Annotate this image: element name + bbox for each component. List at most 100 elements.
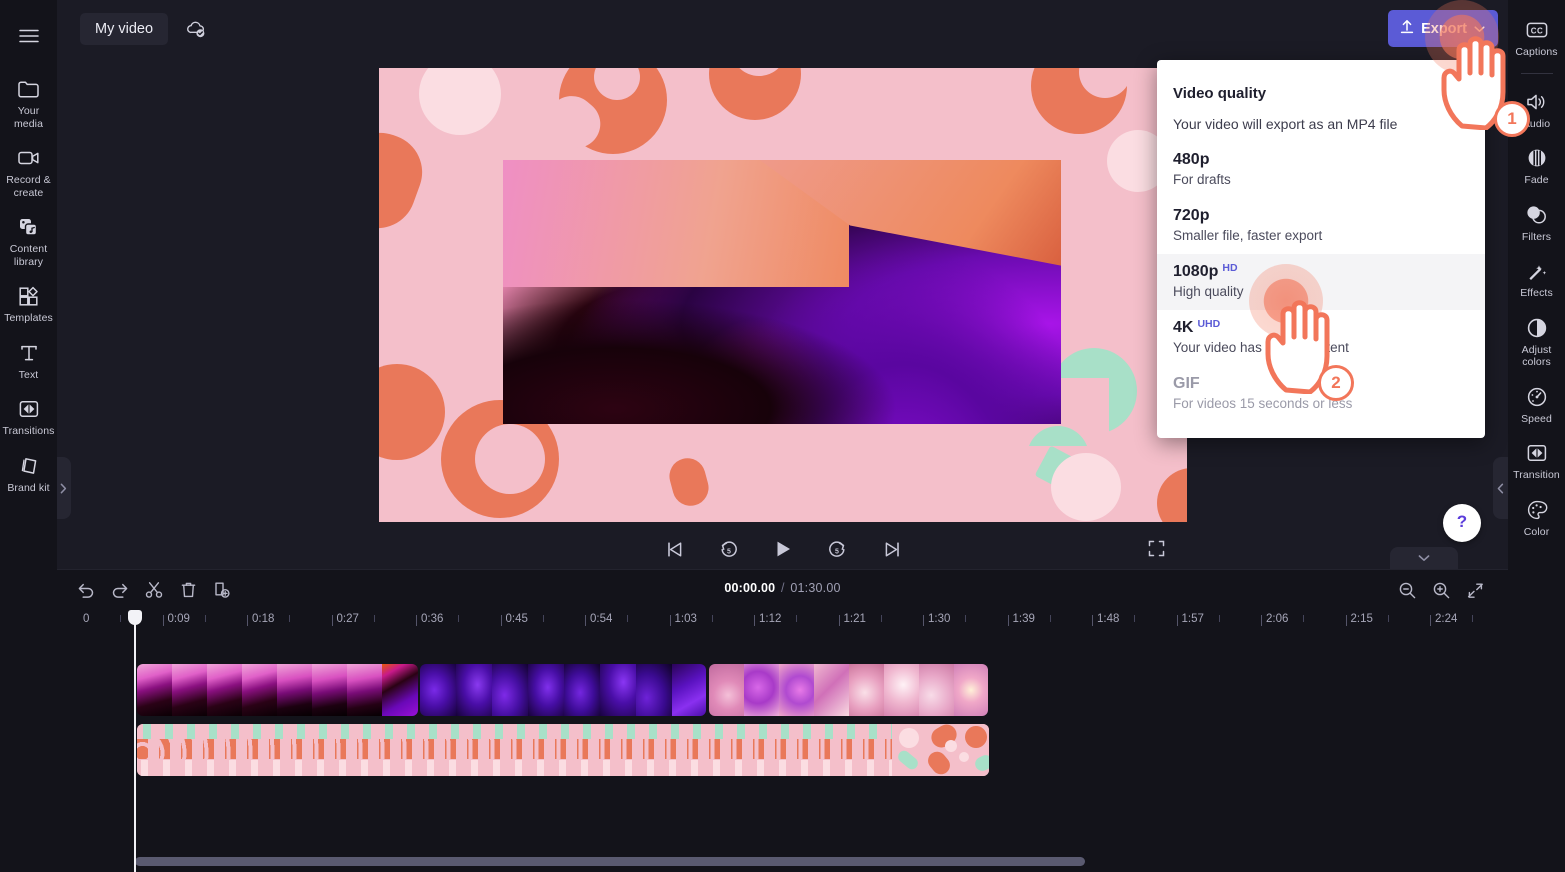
chevron-down-icon bbox=[1474, 21, 1485, 37]
table-row[interactable] bbox=[137, 664, 418, 716]
sidebar-item-label: Templates bbox=[4, 312, 53, 324]
export-button[interactable]: Export bbox=[1388, 10, 1498, 47]
sidebar-item-label: Transitions bbox=[2, 425, 55, 437]
sidebar-divider bbox=[1520, 72, 1553, 74]
fit-to-screen-icon[interactable] bbox=[1460, 576, 1490, 604]
ruler-minor-tick bbox=[965, 615, 967, 622]
ruler-tick-label: 1:21 bbox=[843, 613, 866, 625]
decorative-shape bbox=[1157, 468, 1187, 522]
ruler-tick-label: 1:30 bbox=[928, 613, 951, 625]
svg-text:5: 5 bbox=[835, 548, 839, 555]
timeline-tracks bbox=[57, 638, 1508, 850]
speaker-volume-icon bbox=[1525, 89, 1548, 115]
project-name-field[interactable]: My video bbox=[80, 12, 169, 45]
help-button[interactable]: ? bbox=[1443, 504, 1481, 542]
speedometer-icon bbox=[1526, 384, 1548, 410]
timeline-scrollbar-thumb[interactable] bbox=[135, 857, 1085, 866]
ruler-minor-tick bbox=[1134, 615, 1136, 622]
ruler-minor-tick bbox=[1387, 615, 1389, 622]
timeline-zoom-controls bbox=[1392, 576, 1494, 604]
sidebar-item-label: Speed bbox=[1521, 412, 1552, 425]
sidebar-item-speed[interactable]: Speed bbox=[1508, 377, 1565, 432]
decorative-shape bbox=[379, 122, 433, 239]
ruler-minor-tick bbox=[289, 615, 291, 622]
timeline-ruler[interactable]: 0 0:09 0:18 0:27 0:36 0:45 0:54 1:03 1:12 1:21 1:3… bbox=[57, 610, 1508, 638]
content-library-icon bbox=[18, 214, 40, 240]
sidebar-item-adjust-colors[interactable]: Adjust colors bbox=[1508, 308, 1565, 375]
quality-option-label: 720p bbox=[1173, 207, 1210, 224]
overlay-video-clip[interactable] bbox=[503, 160, 1061, 424]
sidebar-item-templates[interactable]: Templates bbox=[0, 276, 57, 331]
time-separator: / bbox=[781, 581, 785, 595]
color-palette-icon bbox=[1526, 497, 1548, 523]
ruler-tick-label: 1:39 bbox=[1012, 613, 1035, 625]
hamburger-menu-icon[interactable] bbox=[12, 19, 46, 53]
quality-option-720p[interactable]: 720p Smaller file, faster export bbox=[1157, 198, 1485, 254]
timeline-scrollbar[interactable] bbox=[135, 857, 1500, 866]
sidebar-item-color[interactable]: Color bbox=[1508, 490, 1565, 545]
ruler-tick-label: 2:06 bbox=[1266, 613, 1289, 625]
skip-to-start-icon[interactable] bbox=[655, 531, 695, 567]
quality-option-480p[interactable]: 480p For drafts bbox=[1157, 142, 1485, 198]
forward-5-icon[interactable]: 5 bbox=[817, 531, 857, 567]
sidebar-item-effects[interactable]: Effects bbox=[1508, 251, 1565, 306]
sidebar-item-your-media[interactable]: Your media bbox=[0, 69, 57, 136]
trash-icon[interactable] bbox=[173, 576, 203, 604]
left-panel-collapse-toggle[interactable] bbox=[56, 457, 71, 519]
sidebar-item-label: Effects bbox=[1520, 287, 1553, 299]
sidebar-item-audio[interactable]: Audio bbox=[1508, 82, 1565, 137]
play-button[interactable] bbox=[763, 531, 803, 567]
sidebar-item-text[interactable]: Text bbox=[0, 333, 57, 388]
quality-option-desc: High quality bbox=[1173, 284, 1244, 299]
quality-option-label: 4K bbox=[1173, 319, 1194, 336]
timeline-time-display: 00:00.00 / 01:30.00 bbox=[57, 581, 1508, 595]
undo-icon[interactable] bbox=[71, 576, 101, 604]
quality-badge-uhd: UHD bbox=[1197, 318, 1221, 330]
fullscreen-icon[interactable] bbox=[1139, 531, 1173, 565]
ruler-minor-tick bbox=[542, 615, 544, 622]
sidebar-item-brand-kit[interactable]: Brand kit bbox=[0, 446, 57, 501]
table-row[interactable] bbox=[709, 664, 988, 716]
ruler-tick-label: 2:24 bbox=[1435, 613, 1458, 625]
sidebar-item-fade[interactable]: Fade bbox=[1508, 138, 1565, 193]
text-t-icon bbox=[19, 340, 39, 366]
scissors-icon[interactable] bbox=[139, 576, 169, 604]
zoom-out-icon[interactable] bbox=[1392, 576, 1422, 604]
sidebar-item-transitions[interactable]: Transitions bbox=[0, 389, 57, 444]
timeline-collapse-toggle[interactable] bbox=[1390, 547, 1458, 569]
duplicate-icon[interactable] bbox=[207, 576, 237, 604]
dropdown-title: Video quality bbox=[1173, 85, 1267, 102]
rewind-5-icon[interactable]: 5 bbox=[709, 531, 749, 567]
sidebar-item-record-create[interactable]: Record & create bbox=[0, 138, 57, 205]
zoom-in-icon[interactable] bbox=[1426, 576, 1456, 604]
sidebar-item-content-library[interactable]: Content library bbox=[0, 207, 57, 274]
current-time: 00:00.00 bbox=[724, 581, 776, 595]
ruler-minor-tick bbox=[373, 615, 375, 622]
sidebar-item-label: Audio bbox=[1522, 117, 1551, 130]
ruler-minor-tick bbox=[880, 615, 882, 622]
sidebar-item-filters[interactable]: Filters bbox=[1508, 195, 1565, 250]
ruler-minor-tick bbox=[204, 615, 206, 622]
ruler-tick-label: 0:54 bbox=[590, 613, 613, 625]
sidebar-item-captions[interactable]: CC Captions bbox=[1508, 10, 1565, 65]
table-row[interactable] bbox=[420, 664, 706, 716]
decorative-shape bbox=[1051, 453, 1121, 521]
quality-option-1080p[interactable]: 1080p HD High quality bbox=[1157, 254, 1485, 310]
skip-to-end-icon[interactable] bbox=[871, 531, 911, 567]
quality-option-4k[interactable]: 4K UHD Your video has no 4K content bbox=[1157, 310, 1485, 366]
ruler-minor-tick bbox=[1472, 615, 1474, 622]
ruler-minor-tick bbox=[1218, 615, 1220, 622]
ruler-tick-label: 0:27 bbox=[336, 613, 359, 625]
sidebar-item-transition[interactable]: Transition bbox=[1508, 433, 1565, 488]
video-canvas[interactable] bbox=[379, 68, 1187, 522]
left-rail-items: Your media Record & create Content libra… bbox=[0, 69, 57, 502]
ruler-minor-tick bbox=[1303, 615, 1305, 622]
export-quality-dropdown: Video quality Your video will export as … bbox=[1157, 60, 1485, 438]
redo-icon[interactable] bbox=[105, 576, 135, 604]
templates-grid-icon bbox=[18, 283, 40, 309]
table-row[interactable] bbox=[137, 724, 989, 776]
transition-square-icon bbox=[1526, 440, 1548, 466]
video-editor-app: Your media Record & create Content libra… bbox=[0, 0, 1565, 872]
right-panel-collapse-toggle[interactable] bbox=[1493, 457, 1508, 519]
total-time: 01:30.00 bbox=[790, 581, 841, 595]
